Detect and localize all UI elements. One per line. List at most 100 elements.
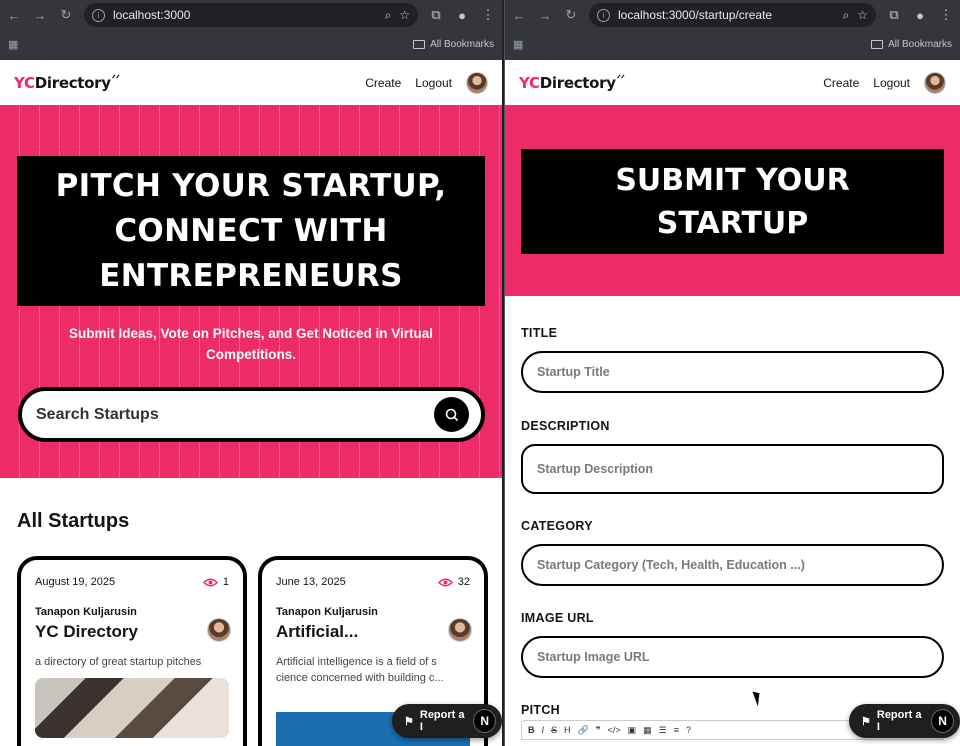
logo[interactable]: YCDirectoryᐟᐟ [519,74,625,92]
card-image[interactable] [35,678,229,738]
card-author[interactable]: Tanapon Kuljarusin [35,606,229,618]
all-bookmarks-label: All Bookmarks [888,38,952,50]
star-icon[interactable]: ☆ [399,8,410,22]
hero-title: PITCH YOUR STARTUP, CONNECT WITH ENTREPR… [55,167,447,294]
reload-icon[interactable]: ↻ [563,7,579,23]
profile-icon[interactable]: ● [912,8,928,23]
image-url-input[interactable]: Startup Image URL [521,636,944,678]
eye-icon [202,578,218,586]
card-date: June 13, 2025 [276,576,346,588]
address-url: localhost:3000 [113,8,191,22]
logout-link[interactable]: Logout [415,76,452,90]
category-label: CATEGORY [521,519,593,533]
heading-icon[interactable]: H [564,725,571,735]
bold-icon[interactable]: B [528,725,535,735]
hero-title: SUBMIT YOUR STARTUP [615,162,850,241]
profile-icon[interactable]: ● [454,8,470,23]
search-button[interactable] [434,397,469,432]
hero-heading-box: PITCH YOUR STARTUP, CONNECT WITH ENTREPR… [17,156,485,306]
back-icon[interactable]: ← [6,8,22,23]
report-icon: ⚑ [861,715,871,728]
bookmarks-bar: ▦ All Bookmarks [0,30,502,58]
ordered-list-icon[interactable]: ≡ [674,725,679,735]
extensions-icon[interactable]: ⧉ [886,7,902,23]
quote-icon[interactable]: ❞ [596,725,601,736]
card-author[interactable]: Tanapon Kuljarusin [276,606,470,618]
forward-icon[interactable]: → [537,8,553,23]
menu-icon[interactable]: ⋮ [938,7,954,23]
help-icon[interactable]: ? [686,725,691,735]
title-label: TITLE [521,326,558,340]
folder-icon [871,39,884,49]
pitch-label: PITCH [521,703,560,717]
all-bookmarks-label: All Bookmarks [430,38,494,50]
info-icon[interactable]: i [92,8,105,22]
bookmarks-bar: ▦ All Bookmarks [505,30,960,58]
all-bookmarks[interactable]: All Bookmarks [413,39,494,50]
report-issue-button[interactable]: ⚑ Report a I N [392,704,502,738]
card-avatar[interactable] [448,618,472,642]
zoom-icon[interactable]: ⌕ [843,8,850,23]
report-icon: ⚑ [404,715,414,728]
avatar[interactable] [466,71,488,94]
reload-icon[interactable]: ↻ [58,7,74,23]
menu-icon[interactable]: ⋮ [480,7,496,23]
card-description: Artificial intelligence is a field of s … [276,656,444,684]
browser-chrome: ← → ↻ i localhost:3000 ⌕ ☆ ⧉ ● ⋮ ▦ All B… [0,0,502,60]
apps-grid-icon[interactable]: ▦ [8,38,18,51]
info-icon[interactable]: i [597,8,610,22]
strike-icon[interactable]: S [551,725,557,735]
search-icon [445,408,458,421]
browser-toolbar: ← → ↻ i localhost:3000/startup/create ⌕ … [505,0,960,30]
address-bar[interactable]: i localhost:3000/startup/create ⌕ ☆ [589,3,876,27]
card-views: 32 [437,576,470,588]
address-bar[interactable]: i localhost:3000 ⌕ ☆ [84,3,418,27]
star-icon[interactable]: ☆ [857,8,868,22]
image-icon[interactable]: ▣ [628,725,637,736]
app-navbar: YCDirectoryᐟᐟ Create Logout [505,60,960,105]
card-title[interactable]: YC Directory [35,622,229,642]
address-url: localhost:3000/startup/create [618,8,773,22]
hero-subtitle: Submit Ideas, Vote on Pitches, and Get N… [68,326,434,362]
folder-icon [413,39,426,49]
search-placeholder: Search Startups [36,405,159,423]
logout-link[interactable]: Logout [873,76,910,90]
list-icon[interactable]: ☰ [659,725,667,736]
section-title: All Startups [17,510,130,532]
back-icon[interactable]: ← [511,8,527,23]
extensions-icon[interactable]: ⧉ [428,7,444,23]
card-description: a directory of great startup pitches [35,656,202,668]
card-avatar[interactable] [207,618,231,642]
link-icon[interactable]: 🔗 [578,725,589,736]
search-input[interactable]: Search Startups [18,387,485,442]
card-title[interactable]: Artificial... [276,622,470,642]
forward-icon[interactable]: → [32,8,48,23]
image-url-label: IMAGE URL [521,611,594,625]
all-bookmarks[interactable]: All Bookmarks [871,39,952,50]
hero-section: PITCH YOUR STARTUP, CONNECT WITH ENTREPR… [0,105,502,478]
zoom-icon[interactable]: ⌕ [385,8,392,23]
italic-icon[interactable]: I [542,725,545,735]
app-navbar: YCDirectoryᐟᐟ Create Logout [0,60,502,105]
eye-icon [437,578,453,586]
startup-card[interactable]: August 19, 2025 1 Tanapon Kuljarusin YC … [17,556,247,746]
next-dev-badge[interactable]: N [473,709,496,733]
logo[interactable]: YCDirectoryᐟᐟ [14,74,120,92]
create-link[interactable]: Create [365,76,401,90]
category-input[interactable]: Startup Category (Tech, Health, Educatio… [521,544,944,586]
title-input[interactable]: Startup Title [521,351,944,393]
create-link[interactable]: Create [823,76,859,90]
card-date: August 19, 2025 [35,576,116,588]
description-label: DESCRIPTION [521,419,610,433]
left-browser-window: ← → ↻ i localhost:3000 ⌕ ☆ ⧉ ● ⋮ ▦ All B… [0,0,502,746]
avatar[interactable] [924,71,946,94]
hero-section: SUBMIT YOUR STARTUP [505,105,960,296]
next-dev-badge[interactable]: N [931,709,954,733]
right-browser-window: ← → ↻ i localhost:3000/startup/create ⌕ … [504,0,960,746]
apps-grid-icon[interactable]: ▦ [513,38,523,51]
code-icon[interactable]: </> [608,725,621,735]
description-textarea[interactable]: Startup Description [521,444,944,494]
browser-chrome: ← → ↻ i localhost:3000/startup/create ⌕ … [505,0,960,60]
table-icon[interactable]: ▦ [643,725,652,736]
report-issue-button[interactable]: ⚑ Report a I N [849,704,960,738]
